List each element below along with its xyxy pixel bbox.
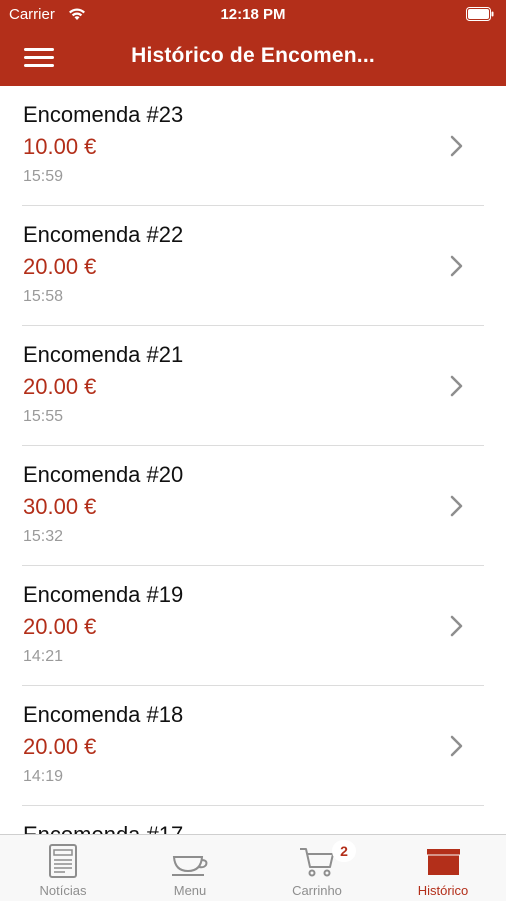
order-price: 10.00 € [23,134,97,159]
order-time: 15:32 [23,528,64,545]
order-time: 15:55 [23,408,64,425]
status-time: 12:18 PM [220,6,286,23]
order-price: 20.00 € [23,254,97,279]
order-title: Encomenda #20 [23,462,184,487]
hamburger-menu-icon[interactable] [16,42,60,74]
order-row[interactable]: Encomenda #20 30.00 € 15:32 [22,446,484,566]
order-price: 20.00 € [23,374,97,399]
tab-carrinho[interactable]: Carrinho [254,835,380,901]
chevron-right-icon [450,615,463,637]
order-price: 20.00 € [23,734,97,759]
order-row[interactable]: Encomenda #17 [22,806,484,834]
tab-label: Notícias [39,883,87,898]
navigation-bar: Histórico de Encomen... [0,30,506,86]
tab-bar: Notícias Menu Carrinho Histórico [0,834,506,901]
coffee-cup-icon [172,856,208,876]
order-title: Encomenda #17 [23,822,183,834]
tab-menu[interactable]: Menu [127,835,253,901]
order-row[interactable]: Encomenda #22 20.00 € 15:58 [22,206,484,326]
order-title: Encomenda #21 [23,342,184,367]
order-title: Encomenda #19 [23,582,184,607]
tab-label: Histórico [417,883,469,898]
order-title: Encomenda #23 [23,102,184,127]
tab-label: Menu [173,883,207,898]
order-row[interactable]: Encomenda #23 10.00 € 15:59 [22,86,484,206]
cart-badge: 2 [332,840,356,862]
status-bar: Carrier 12:18 PM [0,0,506,30]
chevron-right-icon [450,375,463,397]
newspaper-icon [49,844,77,878]
order-time: 15:59 [23,168,64,185]
order-row[interactable]: Encomenda #18 20.00 € 14:19 [22,686,484,806]
tab-label: Carrinho [292,883,342,898]
tab-historico[interactable]: Histórico [380,835,506,901]
order-price: 30.00 € [23,494,97,519]
chevron-right-icon [450,735,463,757]
order-time: 14:21 [23,648,64,665]
order-price: 20.00 € [23,614,97,639]
order-row[interactable]: Encomenda #21 20.00 € 15:55 [22,326,484,446]
order-row[interactable]: Encomenda #19 20.00 € 14:21 [22,566,484,686]
shopping-cart-icon [300,848,334,877]
chevron-right-icon [450,495,463,517]
order-time: 14:19 [23,768,64,785]
order-time: 15:58 [23,288,64,305]
chevron-right-icon [450,255,463,277]
chevron-right-icon [450,135,463,157]
order-title: Encomenda #22 [23,222,184,247]
tab-noticias[interactable]: Notícias [0,835,126,901]
battery-icon [466,7,494,21]
order-title: Encomenda #18 [23,702,184,727]
archive-box-icon [427,849,460,875]
app-header: Carrier 12:18 PM Histórico de Encomen... [0,0,506,86]
page-title: Histórico de Encomen... [131,44,375,67]
order-history-list[interactable]: Encomenda #23 10.00 € 15:59 Encomenda #2… [0,86,506,834]
